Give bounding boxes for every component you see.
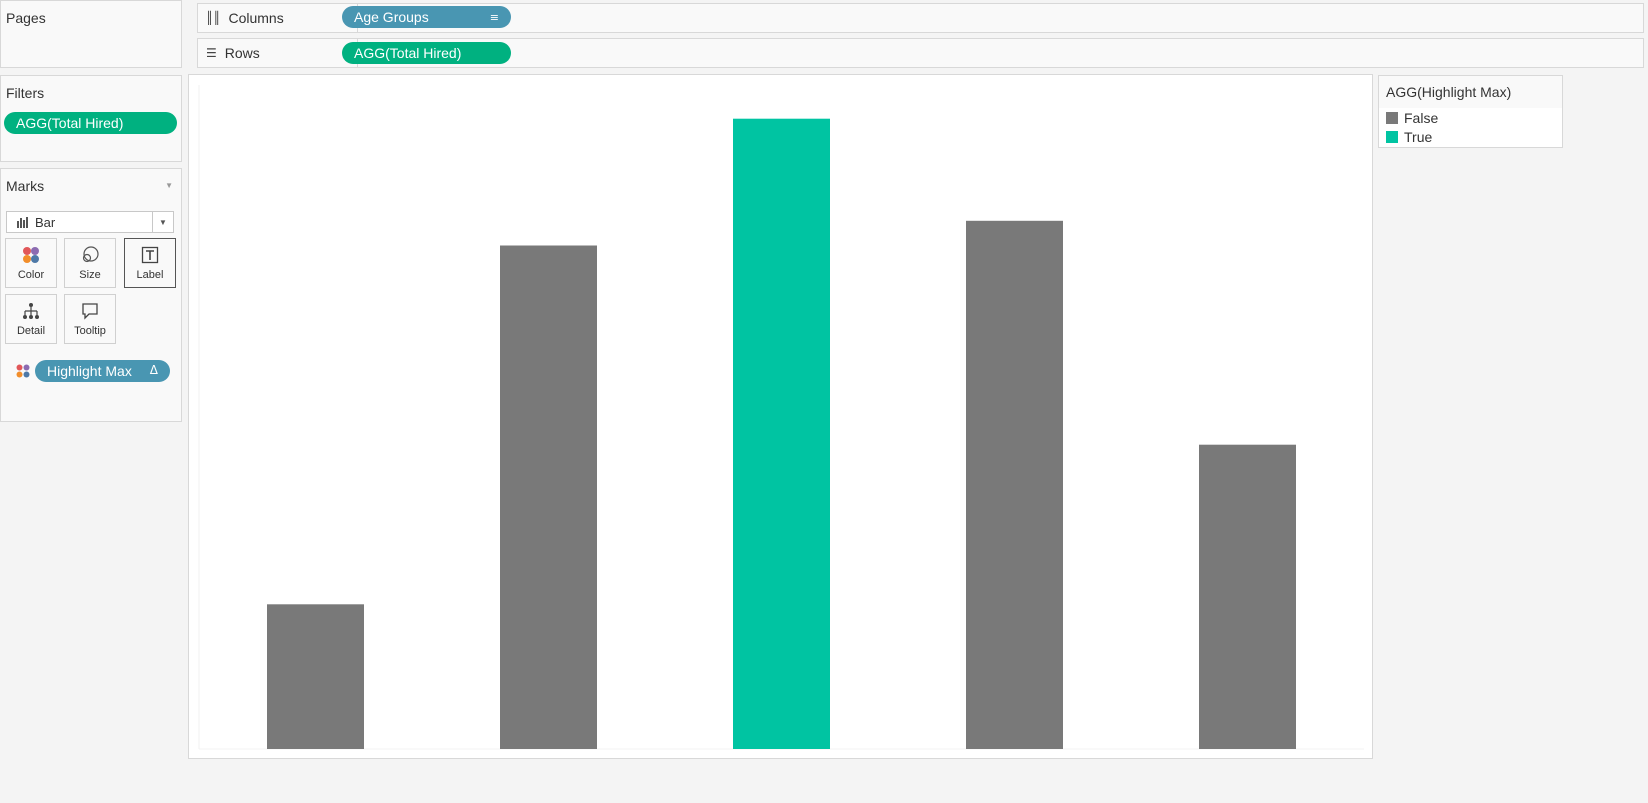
- chart-view[interactable]: [188, 74, 1373, 759]
- detail-button[interactable]: Detail: [5, 294, 57, 344]
- size-icon: [82, 246, 99, 263]
- legend-swatch-false: [1386, 111, 1398, 124]
- pages-title: Pages: [6, 10, 46, 26]
- legend-item-true[interactable]: True: [1379, 127, 1562, 146]
- color-button[interactable]: Color: [5, 238, 57, 288]
- mark-type-label: Bar: [35, 214, 56, 230]
- sort-icon[interactable]: ≡: [490, 11, 499, 24]
- marks-card: Marks ▼ Bar ▼ Color Size Label Detail To…: [0, 168, 182, 422]
- columns-shelf-label: ║║ Columns: [198, 4, 358, 32]
- legend-label-true: True: [1404, 128, 1433, 145]
- pages-card: Pages: [0, 0, 182, 68]
- total-hired-filter-pill[interactable]: AGG(Total Hired): [4, 112, 177, 134]
- legend-label-false: False: [1404, 109, 1439, 126]
- filters-card: Filters AGG(Total Hired): [0, 75, 182, 162]
- legend-item-false[interactable]: False: [1379, 108, 1562, 127]
- rows-shelf[interactable]: ☰ Rows AGG(Total Hired): [197, 38, 1644, 68]
- columns-shelf[interactable]: ║║ Columns Age Groups ≡: [197, 3, 1644, 33]
- legend-swatch-true: [1386, 130, 1398, 143]
- chevron-down-icon[interactable]: ▼: [152, 212, 173, 232]
- tooltip-button[interactable]: Tooltip: [64, 294, 116, 344]
- total-hired-filter-pill-label: AGG(Total Hired): [16, 115, 124, 131]
- marks-title: Marks: [6, 178, 45, 194]
- color-icon: [23, 247, 39, 263]
- marks-collapse-icon[interactable]: ▼: [165, 181, 173, 190]
- label-button-label: Label: [136, 269, 164, 281]
- color-legend: AGG(Highlight Max) False True: [1378, 75, 1563, 148]
- tooltip-icon: [82, 303, 98, 320]
- age-groups-pill-label: Age Groups: [354, 9, 429, 25]
- age-groups-pill[interactable]: Age Groups ≡: [342, 6, 511, 28]
- mark-type-select[interactable]: Bar ▼: [6, 211, 174, 233]
- bar-chart-icon: [17, 216, 28, 228]
- bar-1[interactable]: [267, 604, 364, 749]
- size-button[interactable]: Size: [64, 238, 116, 288]
- rows-shelf-label: ☰ Rows: [198, 39, 358, 67]
- total-hired-rows-pill-label: AGG(Total Hired): [354, 45, 462, 61]
- bar-chart: [198, 85, 1364, 750]
- calculation-delta-icon: Δ: [149, 363, 158, 377]
- bar-2[interactable]: [500, 245, 597, 750]
- total-hired-rows-pill[interactable]: AGG(Total Hired): [342, 42, 511, 64]
- bar-5[interactable]: [1199, 444, 1296, 749]
- bar-4[interactable]: [966, 220, 1063, 750]
- columns-label: Columns: [228, 10, 284, 26]
- rows-label: Rows: [224, 45, 260, 61]
- color-field-icon: [16, 364, 30, 378]
- label-button[interactable]: Label: [124, 238, 176, 288]
- filters-title: Filters: [6, 85, 45, 101]
- bar-3[interactable]: [733, 118, 830, 749]
- size-button-label: Size: [79, 269, 101, 281]
- detail-button-label: Detail: [16, 325, 46, 337]
- highlight-max-pill[interactable]: Highlight Max Δ: [35, 360, 170, 382]
- rows-icon: ☰: [206, 46, 217, 60]
- color-button-label: Color: [17, 269, 45, 281]
- legend-title: AGG(Highlight Max): [1379, 76, 1562, 108]
- detail-icon: [23, 303, 39, 319]
- tooltip-button-label: Tooltip: [74, 325, 106, 337]
- columns-icon: ║║: [206, 11, 221, 25]
- highlight-max-pill-label: Highlight Max: [47, 363, 132, 379]
- label-icon: [141, 246, 159, 264]
